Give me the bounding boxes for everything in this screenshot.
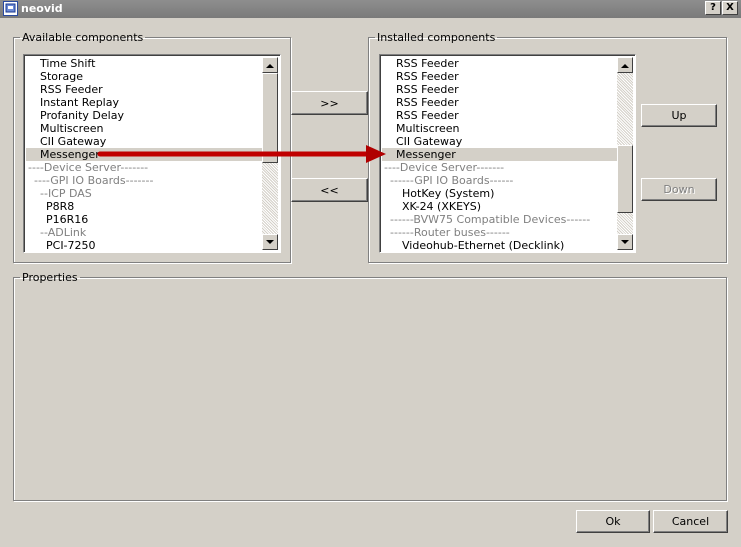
scroll-up-button[interactable] bbox=[617, 57, 633, 73]
arrow-down-icon bbox=[621, 239, 629, 244]
list-item[interactable]: --ADLink bbox=[26, 226, 262, 239]
available-components-legend: Available components bbox=[22, 31, 144, 44]
list-item[interactable]: RSS Feeder bbox=[382, 57, 617, 70]
available-components-list[interactable]: Time Shift Storage RSS Feeder Instant Repla… bbox=[23, 54, 281, 253]
list-item[interactable]: ------Router buses------ bbox=[382, 226, 617, 239]
list-item[interactable]: RSS Feeder bbox=[382, 83, 617, 96]
list-item[interactable]: CII Gateway bbox=[26, 135, 262, 148]
list-item[interactable]: RSS Feeder bbox=[382, 109, 617, 122]
close-button[interactable]: X bbox=[722, 1, 738, 15]
available-items: Time Shift Storage RSS Feeder Instant Repla… bbox=[26, 57, 262, 252]
list-item[interactable]: Messenger bbox=[26, 148, 262, 161]
ok-button[interactable]: Ok bbox=[576, 510, 650, 533]
list-item[interactable]: HotKey (System) bbox=[382, 187, 617, 200]
list-item[interactable]: ----Device Server------- bbox=[382, 161, 617, 174]
installed-items: RSS Feeder RSS Feeder RSS Feeder RSS Feeder… bbox=[382, 57, 617, 252]
list-item[interactable]: ----Device Server------- bbox=[26, 161, 262, 174]
arrow-up-icon bbox=[621, 63, 629, 68]
move-down-button[interactable]: Down bbox=[641, 178, 717, 201]
list-item[interactable]: RSS Feeder bbox=[26, 83, 262, 96]
scroll-down-button[interactable] bbox=[617, 234, 633, 250]
list-item[interactable]: RSS Feeder bbox=[382, 70, 617, 83]
available-scrollbar[interactable] bbox=[262, 57, 278, 250]
scroll-down-button[interactable] bbox=[262, 234, 278, 250]
move-up-button[interactable]: Up bbox=[641, 104, 717, 127]
scroll-thumb[interactable] bbox=[617, 145, 633, 213]
arrow-down-icon bbox=[266, 239, 274, 244]
list-item[interactable]: P8R8 bbox=[26, 200, 262, 213]
title-bar: neovid ? X bbox=[0, 0, 741, 18]
list-item[interactable]: Videohub-Ethernet (Decklink) bbox=[382, 239, 617, 252]
properties-legend: Properties bbox=[22, 271, 78, 284]
list-item[interactable]: Multiscreen bbox=[382, 122, 617, 135]
list-item[interactable]: P16R16 bbox=[26, 213, 262, 226]
list-item[interactable]: PCI-7250 bbox=[26, 239, 262, 252]
list-item[interactable]: Profanity Delay bbox=[26, 109, 262, 122]
list-item[interactable]: CII Gateway bbox=[382, 135, 617, 148]
list-item[interactable]: Instant Replay bbox=[26, 96, 262, 109]
list-item[interactable]: XK-24 (XKEYS) bbox=[382, 200, 617, 213]
installed-components-list[interactable]: RSS Feeder RSS Feeder RSS Feeder RSS Feeder… bbox=[379, 54, 636, 253]
list-item[interactable]: ------GPI IO Boards------ bbox=[382, 174, 617, 187]
installed-components-legend: Installed components bbox=[377, 31, 496, 44]
list-item[interactable]: Multiscreen bbox=[26, 122, 262, 135]
list-item[interactable]: Messenger bbox=[382, 148, 617, 161]
scroll-thumb[interactable] bbox=[262, 73, 278, 163]
remove-component-button[interactable]: << bbox=[291, 178, 368, 202]
list-item[interactable]: ----GPI IO Boards------- bbox=[26, 174, 262, 187]
help-button[interactable]: ? bbox=[705, 1, 721, 15]
scroll-up-button[interactable] bbox=[262, 57, 278, 73]
list-item[interactable]: Time Shift bbox=[26, 57, 262, 70]
window-title: neovid bbox=[21, 2, 63, 15]
installed-scrollbar[interactable] bbox=[617, 57, 633, 250]
list-item[interactable]: RSS Feeder bbox=[382, 96, 617, 109]
properties-group: Properties bbox=[13, 271, 727, 501]
add-component-button[interactable]: >> bbox=[291, 91, 368, 115]
list-item[interactable]: ------BVW75 Compatible Devices------ bbox=[382, 213, 617, 226]
cancel-button[interactable]: Cancel bbox=[653, 510, 728, 533]
list-item[interactable]: --ICP DAS bbox=[26, 187, 262, 200]
app-icon bbox=[3, 1, 18, 16]
list-item[interactable]: Storage bbox=[26, 70, 262, 83]
arrow-up-icon bbox=[266, 63, 274, 68]
